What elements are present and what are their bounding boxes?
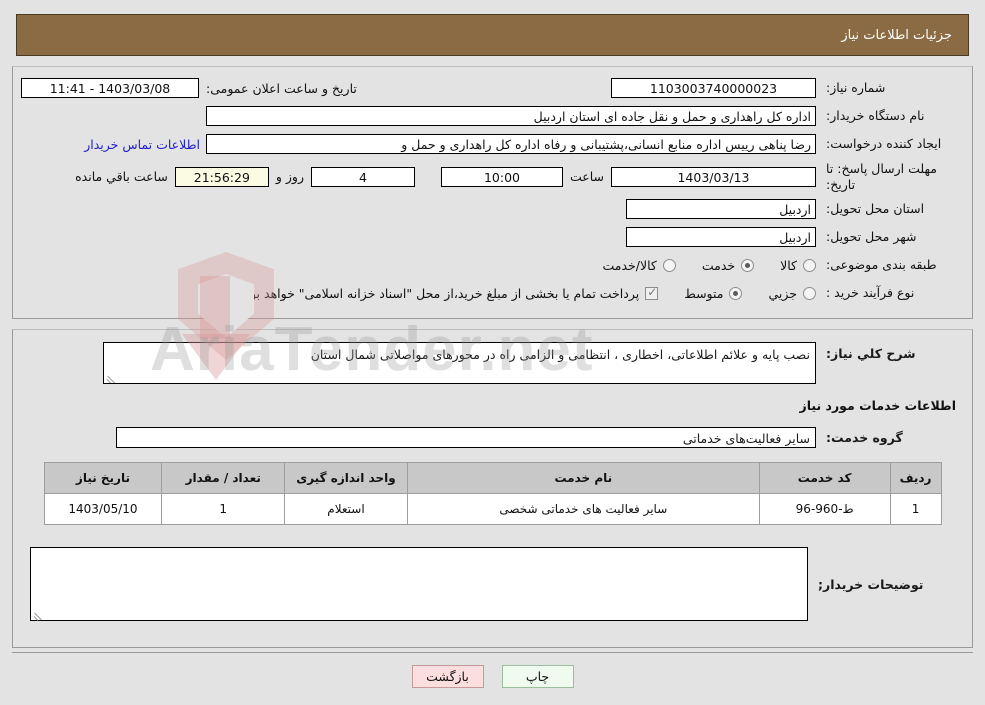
cell-need-date: 1403/05/10 <box>43 493 163 526</box>
category-radio-group: کالا خدمت کالا/خدمت <box>576 258 816 273</box>
treasury-bond-option[interactable]: پرداخت تمام یا بخشی از مبلغ خرید،از محل … <box>240 285 659 301</box>
buyer-notes-label: توضیحات خریدار; <box>818 577 924 593</box>
row-buyer-org: نام دستگاه خریدار: اداره کل راهداری و حم… <box>21 105 964 127</box>
need-number-value: 1103003740000023 <box>611 78 816 98</box>
table-header-row: ردیف کد خدمت نام خدمت واحد اندازه گیری ت… <box>43 462 942 495</box>
requester-label: ایجاد کننده درخواست: <box>826 135 942 151</box>
general-description-value: نصب پایه و علائم اطلاعاتی، اخطاری ، انتظ… <box>103 342 816 385</box>
need-info-panel: شماره نیاز: 1103003740000023 تاریخ و ساع… <box>12 66 973 320</box>
category-label: طبقه بندی موضوعی: <box>826 256 937 272</box>
requester-value: رضا پناهی رییس اداره منابع انسانی،پشتیبا… <box>206 134 816 154</box>
th-radif: ردیف <box>889 462 942 495</box>
resize-grip-handle[interactable] <box>106 372 116 382</box>
public-announce-value: 1403/03/08 - 11:41 <box>21 78 199 98</box>
page-title: جزئیات اطلاعات نیاز <box>841 27 952 43</box>
city-value: اردبیل <box>626 227 816 248</box>
category-option-khedmat-label: خدمت <box>701 257 736 273</box>
purchase-type-label: نوع فرآیند خرید : <box>826 284 915 300</box>
radio-icon-kala-khedmat[interactable] <box>662 258 676 272</box>
deadline-hour-value: 10:00 <box>440 166 563 187</box>
buyer-org-label: نام دستگاه خریدار: <box>826 107 925 123</box>
category-option-khedmat[interactable]: خدمت <box>701 257 755 273</box>
radio-icon-khedmat[interactable] <box>741 258 755 272</box>
back-button[interactable]: بازگشت <box>411 665 484 689</box>
category-option-kala-label: کالا <box>780 257 797 273</box>
remaining-hours-label: ساعت باقي مانده <box>75 169 168 185</box>
buyer-notes-textarea[interactable] <box>30 547 808 622</box>
radio-icon-motevaset[interactable] <box>729 286 743 300</box>
th-service-name: نام خدمت <box>406 462 760 495</box>
cell-unit: استعلام <box>284 493 408 526</box>
page-header: جزئیات اطلاعات نیاز <box>16 14 969 56</box>
remaining-days-value: 4 <box>310 166 415 187</box>
buyer-org-value: اداره کل راهداری و حمل و نقل جاده ای است… <box>206 106 816 126</box>
print-button[interactable]: چاپ <box>501 665 574 689</box>
purchase-option-motevaset[interactable]: متوسط <box>684 285 743 301</box>
page-root: جزئیات اطلاعات نیاز شماره نیاز: 11030037… <box>0 14 985 698</box>
general-description-text: نصب پایه و علائم اطلاعاتی، اخطاری ، انتظ… <box>310 347 810 363</box>
row-need-number: شماره نیاز: 1103003740000023 تاریخ و ساع… <box>21 77 964 99</box>
th-quantity: تعداد / مقدار <box>161 462 286 495</box>
th-unit: واحد اندازه گیری <box>284 462 408 495</box>
province-value: اردبیل <box>626 199 816 220</box>
category-option-kala-khedmat-label: کالا/خدمت <box>602 257 657 273</box>
row-purchase-type: نوع فرآیند خرید : جزیي متوسط پرداخت تمام… <box>21 282 964 304</box>
notes-resize-grip-handle[interactable] <box>33 609 43 619</box>
cell-service-name: سایر فعالیت های خدماتی شخصی <box>406 493 760 526</box>
checkbox-icon-treasury[interactable] <box>645 285 659 300</box>
th-need-date: تاریخ نیاز <box>43 462 163 495</box>
row-category: طبقه بندی موضوعی: کالا خدمت کالا/خدمت <box>21 254 964 276</box>
service-group-value: سایر فعالیت‌های خدماتی <box>116 427 816 449</box>
purchase-type-radio-group: جزیي متوسط پرداخت تمام یا بخشی از مبلغ خ… <box>215 285 816 301</box>
th-service-code: کد خدمت <box>758 462 891 495</box>
cell-service-code: ط-960-96 <box>758 493 891 526</box>
services-section-title: اطلاعات خدمات مورد نیاز <box>799 398 957 414</box>
remaining-days-label: روز و <box>275 169 304 185</box>
public-announce-label: تاریخ و ساعت اعلان عمومی: <box>206 80 357 96</box>
treasury-bond-note: پرداخت تمام یا بخشی از مبلغ خرید،از محل … <box>240 285 640 301</box>
row-general-description: شرح کلي نياز: نصب پایه و علائم اطلاعاتی،… <box>21 342 964 385</box>
footer-actions: چاپ بازگشت <box>12 652 973 698</box>
purchase-option-motevaset-label: متوسط <box>684 285 724 301</box>
radio-icon-jozee[interactable] <box>803 286 816 300</box>
deadline-date-value: 1403/03/13 <box>611 166 816 187</box>
row-buyer-notes: توضیحات خریدار; <box>21 529 964 635</box>
row-province: استان محل تحویل: اردبیل <box>21 198 964 220</box>
row-requester: ایجاد کننده درخواست: رضا پناهی رییس ادار… <box>21 133 964 155</box>
row-city: شهر محل تحویل: اردبیل <box>21 226 964 248</box>
category-option-kala-khedmat[interactable]: کالا/خدمت <box>602 257 676 273</box>
purchase-option-jozee-label: جزیي <box>768 285 797 301</box>
need-number-label: شماره نیاز: <box>826 79 886 95</box>
category-option-kala[interactable]: کالا <box>780 258 816 273</box>
countdown-timer: 21:56:29 <box>174 166 269 187</box>
deadline-hour-label: ساعت <box>569 169 604 185</box>
general-description-label: شرح کلي نياز: <box>826 346 916 362</box>
cell-radif: 1 <box>889 493 942 526</box>
cell-quantity: 1 <box>161 493 286 526</box>
deadline-label: مهلت ارسال پاسخ: تا تاریخ: <box>826 161 937 192</box>
purchase-option-jozee[interactable]: جزیي <box>768 286 816 301</box>
buyer-contact-link[interactable]: اطلاعات تماس خریدار <box>78 137 206 152</box>
row-deadline: مهلت ارسال پاسخ: تا تاریخ: 1403/03/13 سا… <box>21 161 964 192</box>
services-table: ردیف کد خدمت نام خدمت واحد اندازه گیری ت… <box>43 462 942 526</box>
services-table-wrapper: ردیف کد خدمت نام خدمت واحد اندازه گیری ت… <box>21 448 964 529</box>
city-label: شهر محل تحویل: <box>826 228 917 244</box>
requirements-panel: شرح کلي نياز: نصب پایه و علائم اطلاعاتی،… <box>12 329 973 649</box>
row-service-group: گروه خدمت: سایر فعالیت‌های خدماتی <box>21 417 964 449</box>
table-row: 1 ط-960-96 سایر فعالیت های خدماتی شخصی ا… <box>43 493 942 526</box>
radio-icon-kala[interactable] <box>803 258 816 272</box>
service-group-label: گروه خدمت: <box>826 430 903 446</box>
province-label: استان محل تحویل: <box>826 200 925 216</box>
